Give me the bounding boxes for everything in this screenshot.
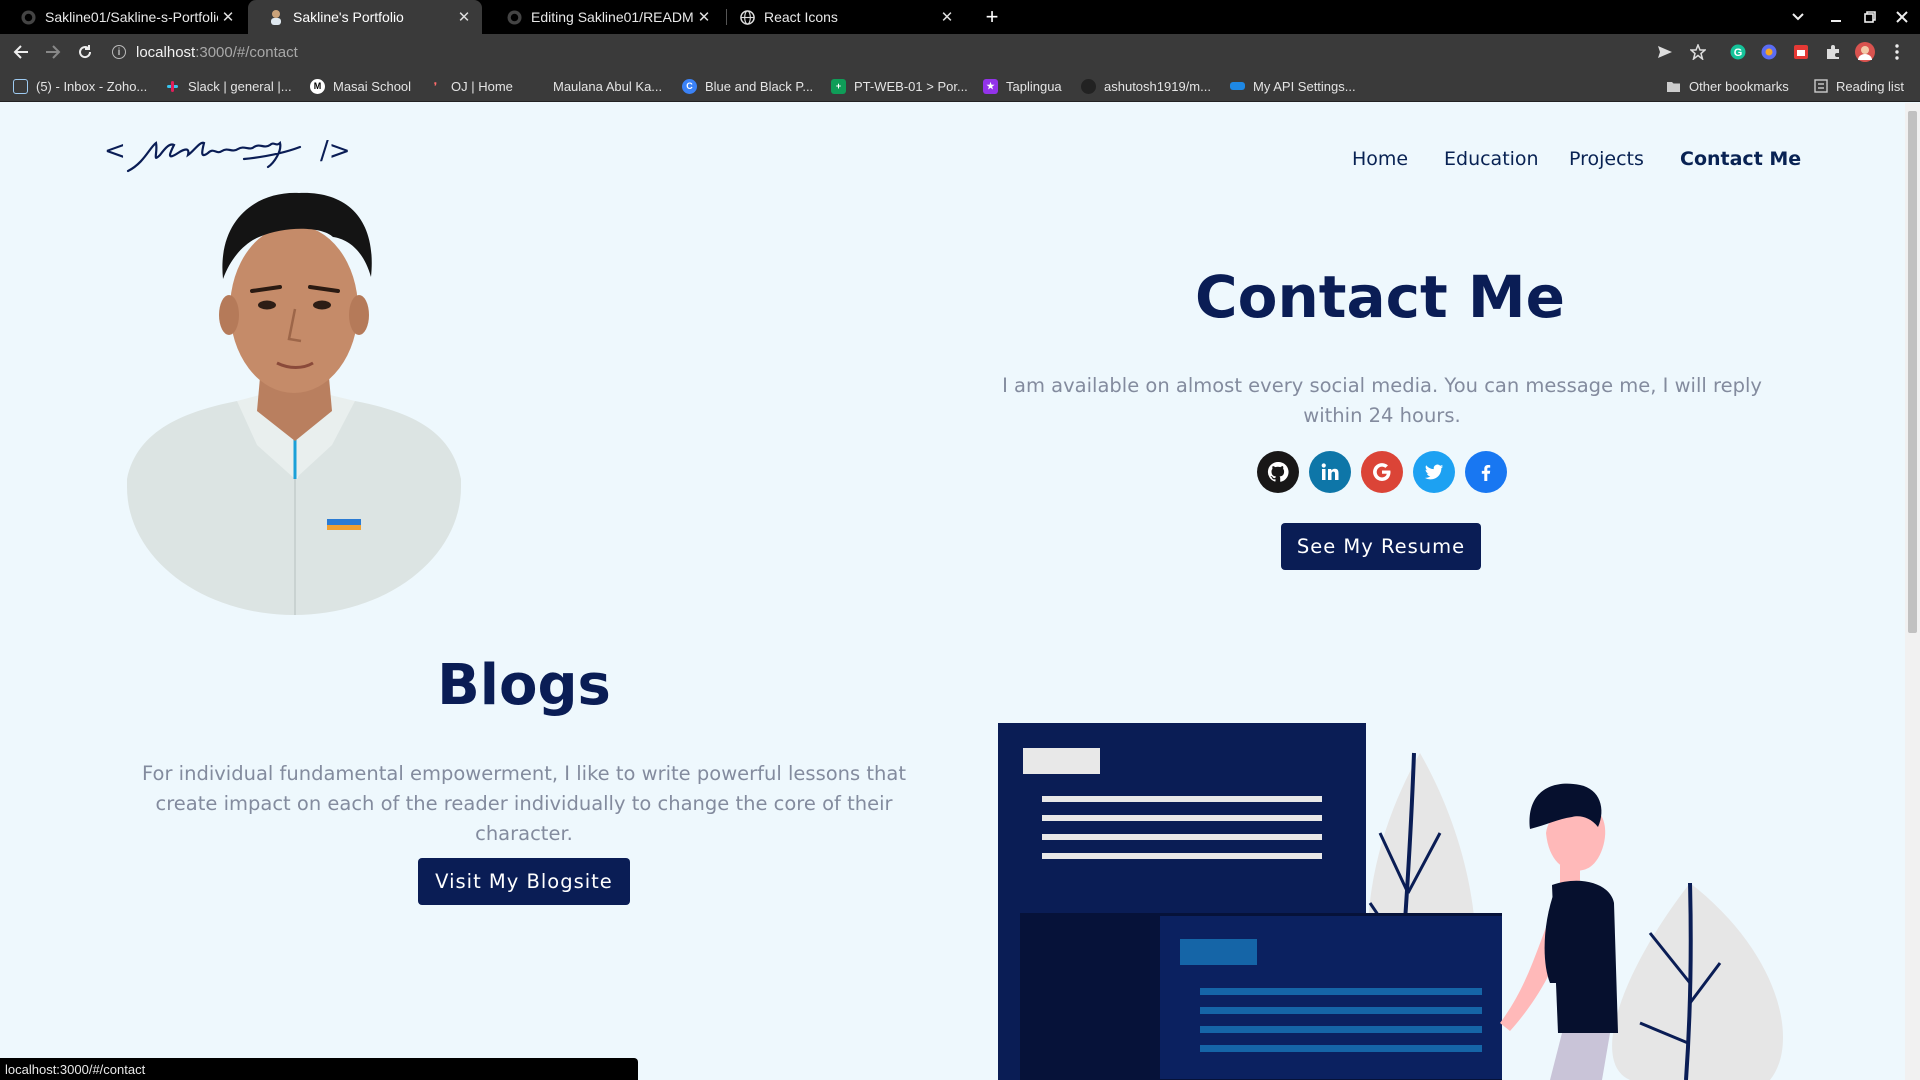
oj-icon: ❜ (434, 80, 437, 91)
bookmark-zoho-inbox[interactable]: (5) - Inbox - Zoho... (13, 70, 147, 102)
see-resume-button[interactable]: See My Resume (1281, 523, 1481, 570)
blogs-description: For individual fundamental empowerment, … (142, 762, 906, 845)
canva-icon: C (682, 78, 697, 94)
site-info-icon[interactable]: i (112, 45, 126, 59)
github-icon (1081, 78, 1096, 94)
page-scrollbar[interactable] (1905, 103, 1920, 1080)
tab-strip: Sakline01/Sakline-s-Portfolio ✕ Sakline'… (0, 0, 1920, 34)
tab-github-repo[interactable]: Sakline01/Sakline-s-Portfolio ✕ (0, 0, 246, 34)
send-icon[interactable] (1650, 34, 1680, 70)
bookmark-ashutosh[interactable]: ashutosh1919/m... (1081, 70, 1211, 102)
sheets-icon: + (831, 78, 846, 94)
globe-icon (739, 9, 755, 25)
status-bar: localhost:3000/#/contact (0, 1058, 638, 1080)
github-icon (506, 9, 522, 25)
bookmark-maulana[interactable]: Maulana Abul Ka... (530, 70, 662, 102)
tab-editing-readme[interactable]: Editing Sakline01/README.m ✕ (486, 0, 722, 34)
close-icon[interactable]: ✕ (937, 8, 957, 26)
linkedin-icon[interactable] (1309, 451, 1351, 493)
portfolio-icon (268, 9, 284, 25)
restore-icon[interactable] (1854, 0, 1886, 34)
facebook-icon[interactable] (1465, 451, 1507, 493)
bookmark-pt-web[interactable]: + PT-WEB-01 > Por... (831, 70, 968, 102)
blogs-title: Blogs (437, 653, 611, 718)
signature-logo[interactable]: < /> (104, 133, 354, 183)
extension-circle-icon[interactable] (1754, 34, 1784, 70)
contact-title: Contact Me (1195, 263, 1565, 331)
bookmark-canva[interactable]: C Blue and Black P... (682, 70, 813, 102)
bookmark-taplingua[interactable]: ★ Taplingua (983, 70, 1062, 102)
forward-icon[interactable] (38, 34, 68, 70)
extension-red-icon[interactable] (1786, 34, 1816, 70)
svg-text:G: G (1734, 47, 1743, 59)
bookmark-api-settings[interactable]: My API Settings... (1230, 70, 1356, 102)
reload-icon[interactable] (70, 34, 100, 70)
page-content: < /> Home Education Projects Contact Me (0, 103, 1905, 1080)
google-icon[interactable] (1361, 451, 1403, 493)
reading-list[interactable]: Reading list (1813, 70, 1904, 102)
nav-home[interactable]: Home (1352, 148, 1408, 170)
svg-text:/>: /> (320, 136, 351, 166)
close-icon[interactable]: ✕ (454, 8, 474, 26)
masai-icon: M (310, 78, 325, 94)
profile-avatar[interactable] (1850, 34, 1880, 70)
other-bookmarks[interactable]: Other bookmarks (1666, 70, 1789, 102)
github-icon (20, 9, 36, 25)
url-host: localhost (136, 43, 196, 61)
social-links (1257, 451, 1507, 493)
nav-contact-me[interactable]: Contact Me (1680, 148, 1801, 170)
slack-icon (165, 79, 180, 94)
tab-search-icon[interactable] (1782, 0, 1814, 34)
scrollbar-thumb[interactable] (1908, 111, 1917, 633)
bookmark-slack[interactable]: Slack | general |... (165, 70, 292, 102)
profile-photo (127, 179, 461, 615)
minimize-icon[interactable] (1820, 0, 1852, 34)
bookmark-masai-school[interactable]: M Masai School (310, 70, 411, 102)
bookmark-oj-home[interactable]: ❜ OJ | Home (428, 70, 513, 102)
twitter-icon[interactable] (1413, 451, 1455, 493)
close-icon[interactable]: ✕ (694, 8, 714, 26)
tab-react-icons[interactable]: React Icons ✕ (719, 0, 965, 34)
menu-icon[interactable] (1882, 34, 1912, 70)
browser-toolbar: i localhost:3000/#/contact G (0, 34, 1920, 70)
url-path: :3000/#/contact (195, 43, 298, 61)
close-icon[interactable]: ✕ (218, 8, 238, 26)
svg-text:<: < (104, 136, 126, 166)
maulana-icon (530, 79, 545, 94)
zoho-icon (13, 78, 28, 94)
contact-description: I am available on almost every social me… (1002, 374, 1762, 427)
tab-portfolio[interactable]: Sakline's Portfolio ✕ (248, 0, 482, 34)
extensions-icon[interactable] (1818, 34, 1848, 70)
back-icon[interactable] (6, 34, 36, 70)
taplingua-icon: ★ (983, 78, 998, 94)
reading-list-icon (1813, 79, 1828, 94)
api-icon (1230, 82, 1245, 90)
address-bar[interactable]: i localhost:3000/#/contact (112, 37, 1688, 67)
grammarly-icon[interactable]: G (1723, 34, 1753, 70)
github-icon[interactable] (1257, 451, 1299, 493)
bookmarks-bar: (5) - Inbox - Zoho... Slack | general |.… (0, 70, 1920, 102)
new-tab-button[interactable]: + (978, 0, 1006, 34)
nav-education[interactable]: Education (1444, 148, 1539, 170)
visit-blogsite-button[interactable]: Visit My Blogsite (418, 858, 630, 905)
folder-icon (1666, 79, 1681, 94)
close-window-icon[interactable] (1886, 0, 1918, 34)
contact-illustration (990, 603, 1810, 1080)
star-icon[interactable] (1683, 34, 1713, 70)
nav-projects[interactable]: Projects (1569, 148, 1644, 170)
